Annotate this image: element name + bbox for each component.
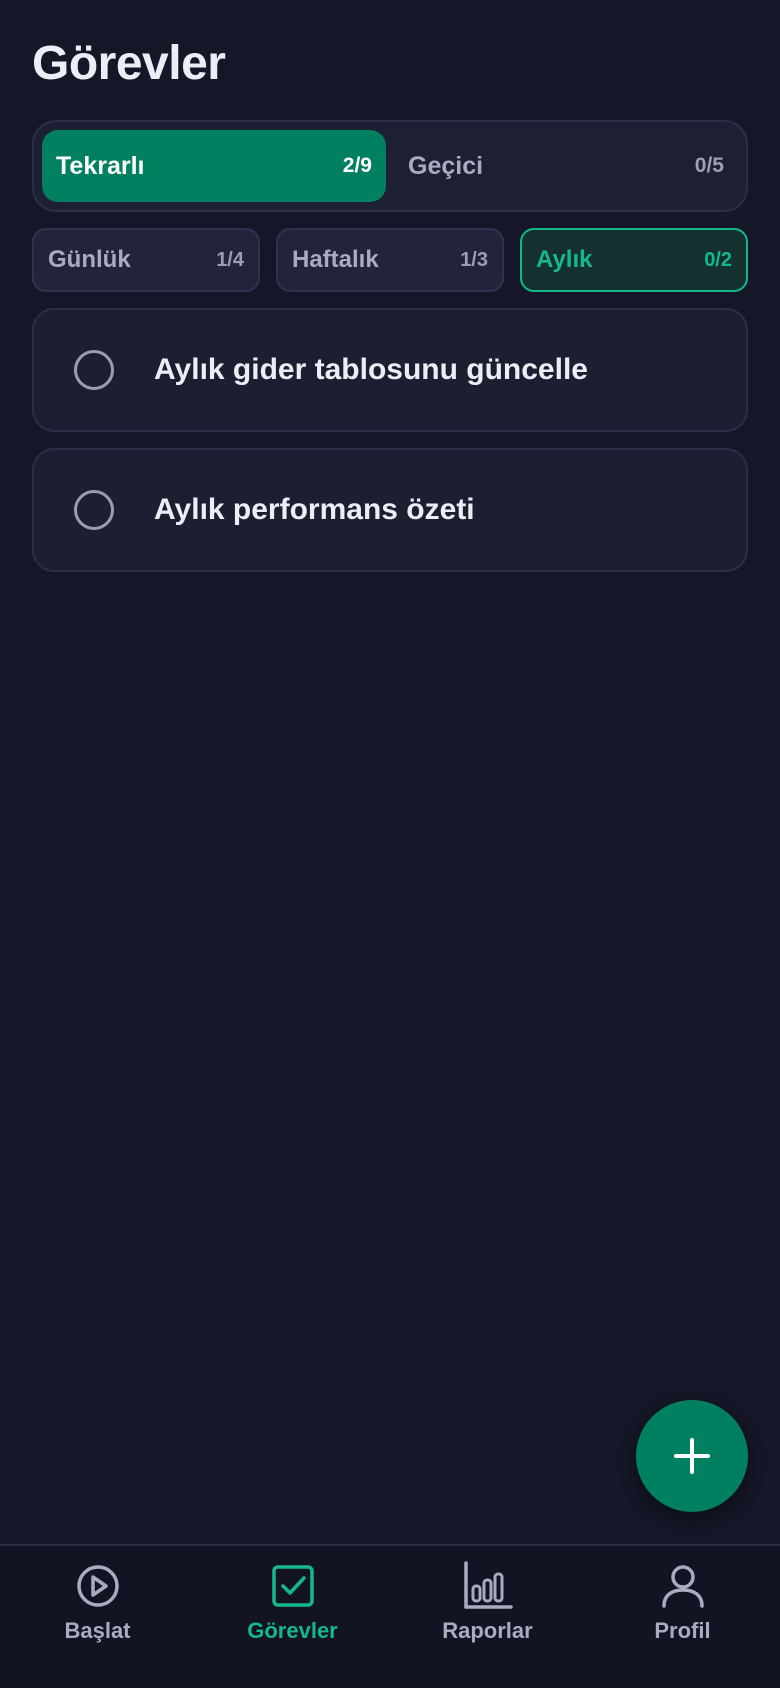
nav-label-tasks: Görevler [247,1618,338,1643]
tab-temporary[interactable]: Geçici 0/5 [394,130,738,202]
nav-label-start: Başlat [64,1618,131,1643]
checkbox-icon [271,1565,314,1607]
subtab-weekly[interactable]: Haftalık 1/3 [276,228,504,292]
tab-temporary-label: Geçici [408,151,484,180]
subtab-weekly-count: 1/3 [460,248,488,271]
nav-item-reports[interactable]: Raporlar [390,1546,585,1688]
task-list: Aylık gider tablosunu güncelle Aylık per… [32,308,748,588]
task-item[interactable]: Aylık gider tablosunu güncelle [32,308,748,432]
bottom-navigation: Başlat Görevler Raporlar Profil [0,1544,780,1688]
nav-item-tasks[interactable]: Görevler [195,1546,390,1688]
nav-label-profile: Profil [654,1618,711,1643]
subtab-daily-count: 1/4 [216,248,244,271]
bar-chart-icon [463,1561,513,1609]
subtab-monthly[interactable]: Aylık 0/2 [520,228,748,292]
tab-temporary-count: 0/5 [694,154,724,177]
task-title: Aylık performans özeti [154,493,475,526]
subtab-daily-label: Günlük [48,246,131,273]
tab-recurring[interactable]: Tekrarlı 2/9 [42,130,386,202]
page-title: Görevler [32,37,226,90]
subtab-weekly-label: Haftalık [292,246,379,273]
sub-tab-group: Günlük 1/4 Haftalık 1/3 Aylık 0/2 [32,228,748,292]
nav-label-reports: Raporlar [442,1618,533,1643]
plus-icon [674,1438,710,1474]
play-circle-icon [76,1565,119,1607]
main-tab-group: Tekrarlı 2/9 Geçici 0/5 [32,120,748,212]
nav-item-start[interactable]: Başlat [0,1546,195,1688]
task-checkbox[interactable] [74,490,114,530]
tab-recurring-count: 2/9 [342,154,372,177]
subtab-monthly-count: 0/2 [704,248,732,271]
subtab-monthly-label: Aylık [536,246,593,273]
add-task-button[interactable] [636,1400,748,1512]
task-title: Aylık gider tablosunu güncelle [154,353,588,386]
subtab-daily[interactable]: Günlük 1/4 [32,228,260,292]
task-item[interactable]: Aylık performans özeti [32,448,748,572]
nav-item-profile[interactable]: Profil [585,1546,780,1688]
tab-recurring-label: Tekrarlı [56,151,145,180]
task-checkbox[interactable] [74,350,114,390]
user-icon [661,1565,704,1608]
tasks-screen: Görevler Tekrarlı 2/9 Geçici 0/5 Günlük … [0,0,780,1688]
